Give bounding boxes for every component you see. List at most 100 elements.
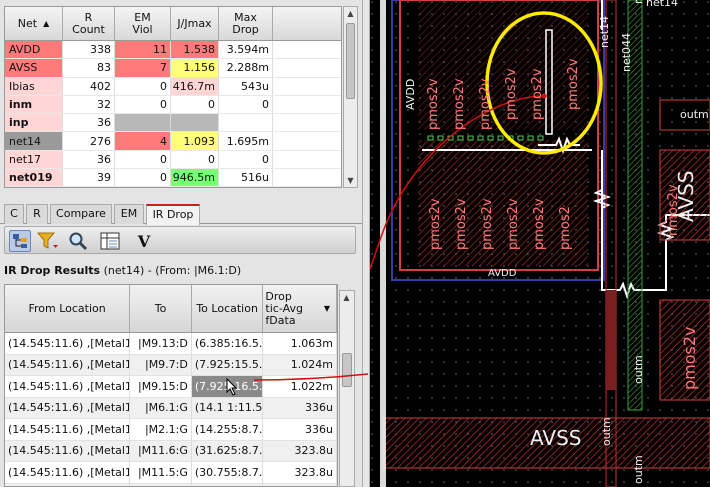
- layout-canvas[interactable]: net14 net044 net014 net14 AVDD AVDD AVSS…: [370, 0, 710, 487]
- scroll-up-icon[interactable]: ▲: [344, 7, 357, 20]
- net-table-row[interactable]: inm 32 0 0 0: [5, 95, 341, 115]
- voltage-button[interactable]: V: [133, 230, 155, 252]
- from-location-cell: (14.545:11.6) ,[Metal1]: [5, 462, 131, 483]
- scroll-down-icon[interactable]: ▼: [344, 174, 357, 187]
- results-row[interactable]: (14.545:11.6) ,[Metal1] |M9.13:D (6.385:16…: [5, 333, 337, 355]
- net-name-cell: inp: [5, 114, 63, 132]
- max-drop-cell: 2.288m: [219, 59, 273, 77]
- results-row[interactable]: (14.545:11.6) ,[Metal1] |M11.5:G (30.755:8…: [5, 462, 337, 484]
- to-cell: |M9.7:D: [130, 354, 192, 375]
- label-outm-1: outm: [680, 108, 709, 121]
- scrollbar-thumb[interactable]: [342, 353, 352, 387]
- j-jmax-cell: 946.5m: [171, 169, 219, 187]
- drop-cell: 323.8u: [263, 462, 337, 483]
- filter-icon[interactable]: [37, 230, 59, 252]
- net-name-cell: AVDD: [5, 41, 63, 59]
- label-avdd-bottom: AVDD: [488, 268, 517, 279]
- table-view-icon[interactable]: [99, 230, 121, 252]
- scroll-up-icon[interactable]: ▲: [340, 291, 353, 304]
- results-row[interactable]: (14.545:11.6) ,[Metal1]|M11.4:G(29.885:8…: [5, 483, 337, 486]
- col-rcount-header[interactable]: R Count: [63, 7, 115, 40]
- results-row[interactable]: (14.545:11.6) ,[Metal1] |M6.1:G (14.1 1:11…: [5, 397, 337, 419]
- col-net-header[interactable]: Net ▲: [5, 7, 63, 40]
- net-table[interactable]: Net ▲ R Count EM Viol J/Jmax Max Drop AVD…: [4, 6, 342, 188]
- drop-cell: 1.022m: [263, 376, 337, 397]
- label-pmos-2: pmos2v: [452, 78, 467, 130]
- net-name-cell: net019: [5, 169, 63, 187]
- net-table-row[interactable]: net17 36 0 0 0: [5, 150, 341, 170]
- drop-header-line1: Drop: [265, 289, 292, 303]
- results-title-context: (net14) - (From: |M6.1:D): [100, 264, 242, 277]
- max-drop-cell: 516u: [219, 169, 273, 187]
- results-row[interactable]: (14.545:11.6) ,[Metal1] |M2.1:G (14.255:8.…: [5, 419, 337, 441]
- tab-r[interactable]: R: [26, 204, 48, 224]
- drop-cell: 336u: [263, 419, 337, 440]
- em-viol-cell: 4: [115, 132, 171, 150]
- to-location-cell: (14.1 1:11.5...: [192, 397, 264, 418]
- drop-cell: 323.8u: [263, 483, 337, 486]
- label-pmos-5: pmos2v: [530, 68, 545, 120]
- j-jmax-cell: 0: [171, 95, 219, 114]
- tab-em[interactable]: EM: [114, 204, 144, 224]
- sort-asc-icon: ▲: [43, 18, 50, 28]
- to-location-cell: (7.925:15.5...: [192, 354, 264, 375]
- drop-header-line3: fData: [265, 313, 296, 327]
- label-pmos-6: pmos2v: [566, 58, 581, 110]
- tab-ir-drop[interactable]: IR Drop: [146, 204, 200, 225]
- net-name-cell: inm: [5, 95, 63, 114]
- label-outm-3: outm: [600, 417, 613, 446]
- label-pmos-12: pmos2: [558, 206, 573, 250]
- r-count-cell: 36: [63, 150, 115, 169]
- max-drop-cell: 0: [219, 150, 273, 169]
- em-viol-cell: 11: [115, 41, 171, 59]
- results-row[interactable]: (14.545:11.6) ,[Metal1]|M9.15:D(7.925:16…: [5, 376, 337, 398]
- from-location-cell: (14.545:11.6) ,[Metal1]: [5, 483, 131, 486]
- to-location-cell: (31.625:8.7...: [192, 440, 264, 461]
- net-table-row[interactable]: AVSS 83 7 1.156 2.288m: [5, 59, 341, 78]
- to-location-cell: (14.255:8.7...: [192, 419, 264, 440]
- net-table-header: Net ▲ R Count EM Viol J/Jmax Max Drop: [5, 7, 341, 41]
- to-location-cell: (29.885:8.7...: [192, 483, 264, 486]
- col-to-header[interactable]: To: [130, 285, 192, 332]
- to-cell: |M2.1:G: [130, 419, 192, 440]
- results-row[interactable]: (14.545:11.6) ,[Metal1] |M9.7:D (7.925:15.…: [5, 354, 337, 376]
- net-name-cell: net17: [5, 150, 63, 169]
- from-location-cell: (14.545:11.6) ,[Metal1]: [5, 376, 131, 397]
- col-from-location-header[interactable]: From Location: [5, 285, 131, 332]
- label-pmos-11: pmos2v: [532, 198, 547, 250]
- net-table-row[interactable]: AVDD 338 11 1.538 3.594m: [5, 41, 341, 60]
- tab-compare[interactable]: Compare: [50, 204, 112, 224]
- results-table[interactable]: From Location To To Location Drop tic-Av…: [4, 284, 338, 487]
- to-location-cell: (30.755:8.7...: [192, 462, 264, 483]
- tab-c[interactable]: C: [4, 204, 24, 224]
- em-viol-cell: 0: [115, 95, 171, 114]
- label-pmos-1: pmos2v: [426, 78, 441, 130]
- hierarchy-icon[interactable]: [9, 230, 31, 252]
- col-emviol-header[interactable]: EM Viol: [115, 7, 171, 40]
- label-pmos-right: pmos2v: [680, 326, 699, 390]
- results-row[interactable]: (14.545:11.6) ,[Metal1] |M11.6:G (31.625:8…: [5, 440, 337, 462]
- from-location-cell: (14.545:11.6) ,[Metal1]: [5, 419, 131, 440]
- net-table-row[interactable]: net14 276 4 1.093 1.695m: [5, 132, 341, 151]
- to-cell: |M9.13:D: [130, 333, 192, 354]
- to-cell: |M11.4:G: [130, 483, 192, 486]
- results-scrollbar[interactable]: ▲: [339, 290, 355, 487]
- net-table-row[interactable]: Ibias 402 0 416.7m 543u: [5, 77, 341, 96]
- net-table-row[interactable]: net019 39 0 946.5m 516u: [5, 169, 341, 187]
- col-maxdrop-header[interactable]: Max Drop: [219, 7, 273, 40]
- label-pmos-4: pmos2v: [504, 68, 519, 120]
- r-count-cell: 276: [63, 132, 115, 150]
- net-table-scrollbar[interactable]: ▲ ▼: [343, 6, 358, 188]
- drop-cell: 336u: [263, 397, 337, 418]
- scrollbar-thumb[interactable]: [346, 23, 355, 99]
- results-title-bold: IR Drop Results: [4, 264, 101, 277]
- col-to-location-header[interactable]: To Location: [192, 285, 264, 332]
- col-drop-header[interactable]: Drop tic-Avg fData ▼: [263, 285, 337, 332]
- tab-bar: C R Compare EM IR Drop: [0, 202, 362, 225]
- net-table-row[interactable]: inp 36: [5, 114, 341, 133]
- from-location-cell: (14.545:11.6) ,[Metal1]: [5, 440, 131, 461]
- panel-splitter[interactable]: [362, 0, 370, 487]
- search-icon[interactable]: [67, 230, 89, 252]
- j-jmax-cell: 1.538: [171, 41, 219, 59]
- col-jjmax-header[interactable]: J/Jmax: [171, 7, 219, 40]
